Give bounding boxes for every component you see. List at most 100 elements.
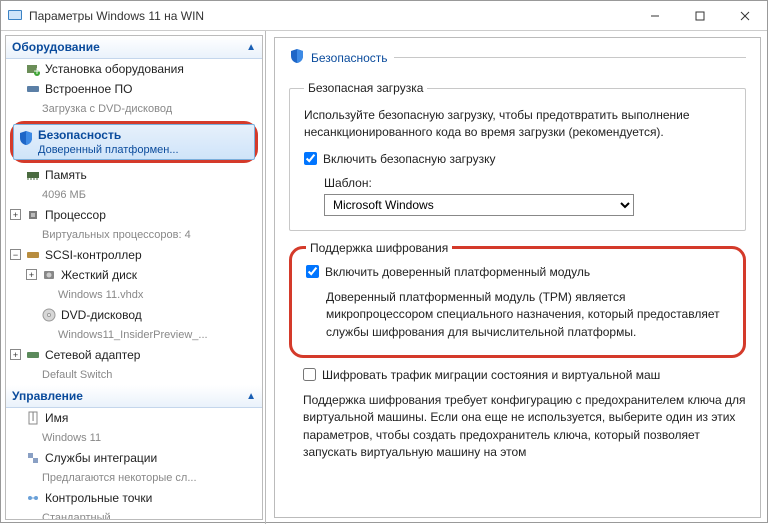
- group-secure-boot: Безопасная загрузка Используйте безопасн…: [289, 81, 746, 231]
- template-select[interactable]: Microsoft Windows: [324, 194, 634, 216]
- tpm-description: Доверенный платформенный модуль (TPM) яв…: [306, 289, 729, 341]
- settings-panel: Безопасность Безопасная загрузка Использ…: [266, 31, 767, 524]
- hardware-tree-panel: Оборудование ▲ + Установка оборудования …: [1, 31, 266, 524]
- tree-network-value: Default Switch: [6, 365, 262, 385]
- tree-install-hardware[interactable]: + Установка оборудования: [6, 59, 262, 79]
- tree-label: Память: [45, 167, 87, 183]
- tree-memory-value: 4096 МБ: [6, 185, 262, 205]
- app-icon: [7, 8, 23, 24]
- tree-toggle: [10, 412, 21, 423]
- tree-sub-label: 4096 МБ: [42, 187, 86, 203]
- category-hardware[interactable]: Оборудование ▲: [6, 36, 262, 59]
- tree-integration-value: Предлагаются некоторые сл...: [6, 468, 262, 488]
- tree-sub-label: Windows11_InsiderPreview_...: [58, 327, 208, 343]
- dvd-icon: [41, 307, 57, 323]
- tree-scsi[interactable]: − SCSI-контроллер: [6, 245, 262, 265]
- tree-cpu[interactable]: + Процессор: [6, 205, 262, 225]
- tree-hdd-value: Windows 11.vhdx: [6, 285, 262, 305]
- chevron-up-icon: ▲: [246, 391, 256, 402]
- tree-sub-label: Стандартный: [42, 510, 111, 520]
- tree-collapse[interactable]: −: [10, 249, 21, 260]
- section-header: Безопасность: [289, 48, 746, 67]
- encryption-footer: Поддержка шифрования требует конфигураци…: [289, 392, 746, 462]
- tree-cpu-value: Виртуальных процессоров: 4: [6, 225, 262, 245]
- tree-toggle: [10, 63, 21, 74]
- checkbox-label: Шифровать трафик миграции состояния и ви…: [322, 368, 660, 382]
- enable-tpm-checkbox[interactable]: [306, 265, 319, 278]
- firmware-icon: [25, 81, 41, 97]
- divider: [394, 57, 746, 58]
- tree-firmware[interactable]: Встроенное ПО: [6, 79, 262, 99]
- tree-name-value: Windows 11: [6, 428, 262, 448]
- tree-dvd[interactable]: DVD-дисковод: [6, 305, 262, 325]
- enable-secure-boot-checkbox[interactable]: [304, 152, 317, 165]
- tree-toggle: [10, 452, 21, 463]
- highlight-security: Безопасность Доверенный платформен...: [10, 121, 258, 163]
- checkpoints-icon: [25, 490, 41, 506]
- tree-name[interactable]: I Имя: [6, 408, 262, 428]
- shield-icon: [18, 130, 34, 146]
- tree-integration[interactable]: Службы интеграции: [6, 448, 262, 468]
- tree-sub-label: Виртуальных процессоров: 4: [42, 227, 191, 243]
- tree-expand[interactable]: +: [10, 209, 21, 220]
- integration-icon: [25, 450, 41, 466]
- tree-sub-label: Предлагаются некоторые сл...: [42, 470, 197, 486]
- section-title: Безопасность: [311, 51, 388, 65]
- tree-sub-label: Windows 11: [42, 430, 101, 446]
- tree-label: Контрольные точки: [45, 490, 152, 506]
- svg-text:I: I: [31, 410, 34, 424]
- shield-icon: [289, 48, 305, 67]
- tree-label: DVD-дисковод: [61, 307, 142, 323]
- group-legend: Поддержка шифрования: [306, 241, 452, 255]
- tree-toggle: [10, 83, 21, 94]
- template-label: Шаблон:: [324, 176, 731, 190]
- add-hardware-icon: +: [25, 61, 41, 77]
- tree-sub-label: Default Switch: [42, 367, 112, 383]
- titlebar: Параметры Windows 11 на WIN: [1, 1, 767, 31]
- tree-checkpoints[interactable]: Контрольные точки: [6, 488, 262, 508]
- hdd-icon: [41, 267, 57, 283]
- memory-icon: [25, 167, 41, 183]
- tree-network[interactable]: + Сетевой адаптер: [6, 345, 262, 365]
- group-encryption: Поддержка шифрования Включить доверенный…: [289, 241, 746, 358]
- tree-label: Имя: [45, 410, 68, 426]
- secure-boot-description: Используйте безопасную загрузку, чтобы п…: [304, 107, 731, 142]
- tree-checkpoints-value: Стандартный: [6, 508, 262, 520]
- cpu-icon: [25, 207, 41, 223]
- tree-label: Встроенное ПО: [45, 81, 132, 97]
- chevron-up-icon: ▲: [246, 42, 256, 53]
- tree-toggle: [10, 492, 21, 503]
- name-icon: I: [25, 410, 41, 426]
- tree-toggle: [10, 169, 21, 180]
- tree-label: Службы интеграции: [45, 450, 157, 466]
- tree-expand[interactable]: +: [26, 269, 37, 280]
- tree-label: Безопасность Доверенный платформен...: [38, 128, 179, 156]
- tree-hdd[interactable]: + Жесткий диск: [6, 265, 262, 285]
- checkbox-label: Включить доверенный платформенный модуль: [325, 265, 590, 279]
- tree-expand[interactable]: +: [10, 349, 21, 360]
- window-title: Параметры Windows 11 на WIN: [29, 9, 632, 23]
- category-management[interactable]: Управление ▲: [6, 385, 262, 408]
- svg-text:+: +: [33, 64, 40, 77]
- tree-firmware-value: Загрузка с DVD-дисковод: [6, 99, 262, 119]
- close-button[interactable]: [722, 1, 767, 30]
- minimize-button[interactable]: [632, 1, 677, 30]
- maximize-button[interactable]: [677, 1, 722, 30]
- tree-toggle: [26, 309, 37, 320]
- tree-memory[interactable]: Память: [6, 165, 262, 185]
- tree-label: Процессор: [45, 207, 106, 223]
- tree-dvd-value: Windows11_InsiderPreview_...: [6, 325, 262, 345]
- category-label: Оборудование: [12, 40, 100, 54]
- tree-label: Сетевой адаптер: [45, 347, 140, 363]
- encrypt-traffic-checkbox[interactable]: [303, 368, 316, 381]
- checkbox-label: Включить безопасную загрузку: [323, 152, 495, 166]
- scsi-icon: [25, 247, 41, 263]
- tree-label: Установка оборудования: [45, 61, 184, 77]
- network-icon: [25, 347, 41, 363]
- tree-label: SCSI-контроллер: [45, 247, 142, 263]
- group-legend: Безопасная загрузка: [304, 81, 427, 95]
- tree-security[interactable]: Безопасность Доверенный платформен...: [13, 124, 255, 160]
- tree-label: Жесткий диск: [61, 267, 137, 283]
- tree-sub-label: Загрузка с DVD-дисковод: [42, 101, 172, 117]
- tree-sub-label: Windows 11.vhdx: [58, 287, 143, 303]
